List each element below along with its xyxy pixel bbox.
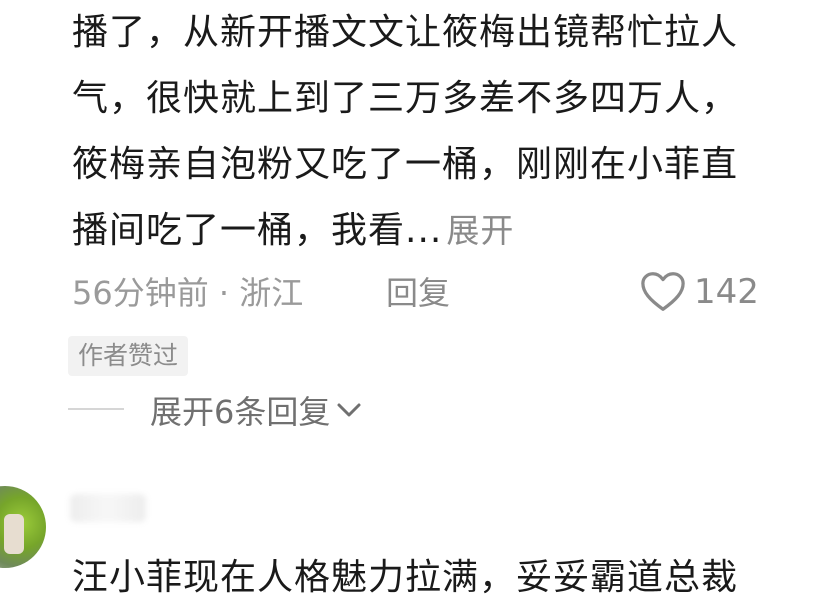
- next-comment-text: 汪小菲现在人格魅力拉满，妥妥霸道总裁: [72, 557, 739, 598]
- heart-icon: [641, 272, 685, 311]
- expand-replies-label: 展开6条回复: [150, 393, 331, 431]
- divider: [68, 408, 124, 410]
- reply-button[interactable]: 回复: [386, 268, 450, 314]
- chevron-down-icon: [337, 403, 361, 417]
- comment-line: 筱梅亲自泡粉又吃了一桶，刚刚在小菲直: [72, 144, 739, 185]
- like-button[interactable]: 142: [640, 266, 759, 318]
- avatar[interactable]: [0, 486, 46, 568]
- expand-text-button[interactable]: 展开: [446, 211, 514, 250]
- comment-line-text: 播间吃了一桶，我看...: [72, 210, 443, 251]
- expand-replies-button[interactable]: 展开6条回复: [150, 388, 362, 432]
- comment-meta: 56分钟前 · 浙江: [72, 274, 304, 312]
- comment-body: 播了，从新开播文文让筱梅出镜帮忙拉人 气，很快就上到了三万多差不多四万人， 筱梅…: [72, 0, 820, 264]
- avatar-image: [4, 514, 24, 554]
- username[interactable]: [70, 494, 146, 522]
- author-liked-badge: 作者赞过: [68, 336, 189, 376]
- comment-line: 播了，从新开播文文让筱梅出镜帮忙拉人: [72, 12, 739, 53]
- comment-line: 播间吃了一桶，我看... 展开: [72, 198, 820, 264]
- like-count: 142: [694, 272, 759, 312]
- comment-line: 气，很快就上到了三万多差不多四万人，: [72, 78, 739, 119]
